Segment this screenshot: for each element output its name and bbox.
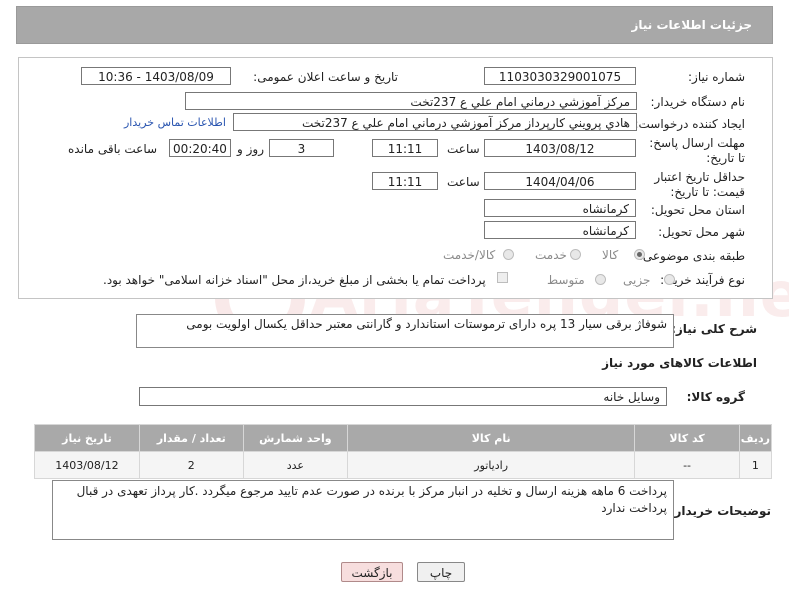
province-label: استان محل تحویل:	[650, 203, 745, 217]
category-label: طبقه بندی موضوعی:	[638, 249, 745, 263]
cell-unit: عدد	[242, 451, 348, 479]
buyer-notes-label: توضیحات خریدار:	[669, 504, 771, 518]
description-field: شوفاژ برقی سیار 13 پره دارای ترموستات اس…	[136, 314, 674, 348]
validity-label: حداقل تاریخ اعتبار قیمت: تا تاریخ:	[625, 170, 745, 200]
announce-field: 1403/08/09 - 10:36	[81, 67, 231, 85]
purchase-option-medium: متوسط	[547, 273, 585, 287]
col-row: ردیف	[738, 424, 773, 452]
purchase-radio-minor[interactable]	[664, 274, 675, 285]
category-radio-goods-service[interactable]	[503, 249, 514, 260]
goods-group-field: وسایل خانه	[139, 387, 667, 406]
col-qty: تعداد / مقدار	[138, 424, 244, 452]
validity-time-label: ساعت	[447, 175, 480, 189]
deadline-time-label: ساعت	[447, 142, 480, 156]
deadline-date-field: 1403/08/12	[484, 139, 636, 157]
validity-label-text: حداقل تاریخ اعتبار قیمت: تا تاریخ:	[654, 170, 745, 199]
page-title: جزئیات اطلاعات نیاز	[631, 18, 752, 32]
cell-date: 1403/08/12	[34, 451, 140, 479]
deadline-label: مهلت ارسال پاسخ: تا تاریخ:	[645, 136, 745, 166]
category-radio-service[interactable]	[570, 249, 581, 260]
page-header: جزئیات اطلاعات نیاز	[16, 6, 773, 44]
need-number-label: شماره نیاز:	[688, 70, 745, 84]
announce-label: تاریخ و ساعت اعلان عمومی:	[253, 70, 398, 84]
col-code: کد کالا	[634, 424, 740, 452]
buyer-contact-link[interactable]: اطلاعات تماس خریدار	[124, 116, 226, 129]
creator-field: هادي پرويني كارپرداز مرکز آموزشي درماني …	[233, 113, 637, 131]
category-option-service: خدمت	[535, 248, 567, 262]
treasury-payment-checkbox[interactable]	[497, 272, 508, 283]
purchase-radio-medium[interactable]	[595, 274, 606, 285]
buyer-label: نام دستگاه خریدار:	[650, 95, 746, 109]
remaining-time-label: ساعت باقی مانده	[68, 142, 158, 156]
col-name: نام کالا	[346, 424, 636, 452]
goods-group-label: گروه کالا:	[686, 390, 745, 404]
need-number-field: 1103030329001075	[484, 67, 636, 85]
col-date: تاریخ نیاز	[34, 424, 140, 452]
deadline-days-label: روز و	[237, 142, 264, 156]
buyer-field: مرکز آموزشي درماني امام علي ع 237تخت	[185, 92, 637, 110]
remaining-time-field: 00:20:40	[169, 139, 231, 157]
province-field: کرمانشاه	[484, 199, 636, 217]
cell-code: --	[634, 451, 740, 479]
deadline-time-field: 11:11	[372, 139, 438, 157]
city-label: شهر محل تحویل:	[658, 225, 745, 239]
category-option-goods: کالا	[602, 248, 619, 262]
print-button[interactable]: چاپ	[417, 562, 465, 582]
creator-label: ایجاد کننده درخواست:	[634, 117, 745, 131]
buyer-notes-field: پرداخت 6 ماهه هزینه ارسال و تخلیه در انب…	[52, 480, 674, 540]
table-row: 1 -- رادیاتور عدد 2 1403/08/12	[34, 451, 773, 479]
description-label: شرح کلی نیاز:	[671, 322, 757, 336]
cell-row: 1	[738, 451, 773, 479]
validity-date-field: 1404/04/06	[484, 172, 636, 190]
col-unit: واحد شمارش	[242, 424, 348, 452]
goods-table: ردیف کد کالا نام کالا واحد شمارش تعداد /…	[34, 424, 773, 479]
category-radio-goods[interactable]	[634, 249, 645, 260]
cell-name: رادیاتور	[346, 451, 636, 479]
purchase-option-minor: جزیی	[623, 273, 651, 287]
cell-qty: 2	[138, 451, 244, 479]
goods-table-header: ردیف کد کالا نام کالا واحد شمارش تعداد /…	[34, 424, 773, 452]
back-button[interactable]: بازگشت	[341, 562, 403, 582]
category-option-goods-service: کالا/خدمت	[443, 248, 496, 262]
deadline-days-field: 3	[269, 139, 334, 157]
validity-time-field: 11:11	[372, 172, 438, 190]
city-field: کرمانشاه	[484, 221, 636, 239]
goods-section-title: اطلاعات کالاهای مورد نیاز	[602, 356, 757, 370]
deadline-label-text: مهلت ارسال پاسخ: تا تاریخ:	[649, 136, 745, 165]
treasury-payment-note: پرداخت تمام یا بخشی از مبلغ خرید،از محل …	[103, 273, 486, 287]
